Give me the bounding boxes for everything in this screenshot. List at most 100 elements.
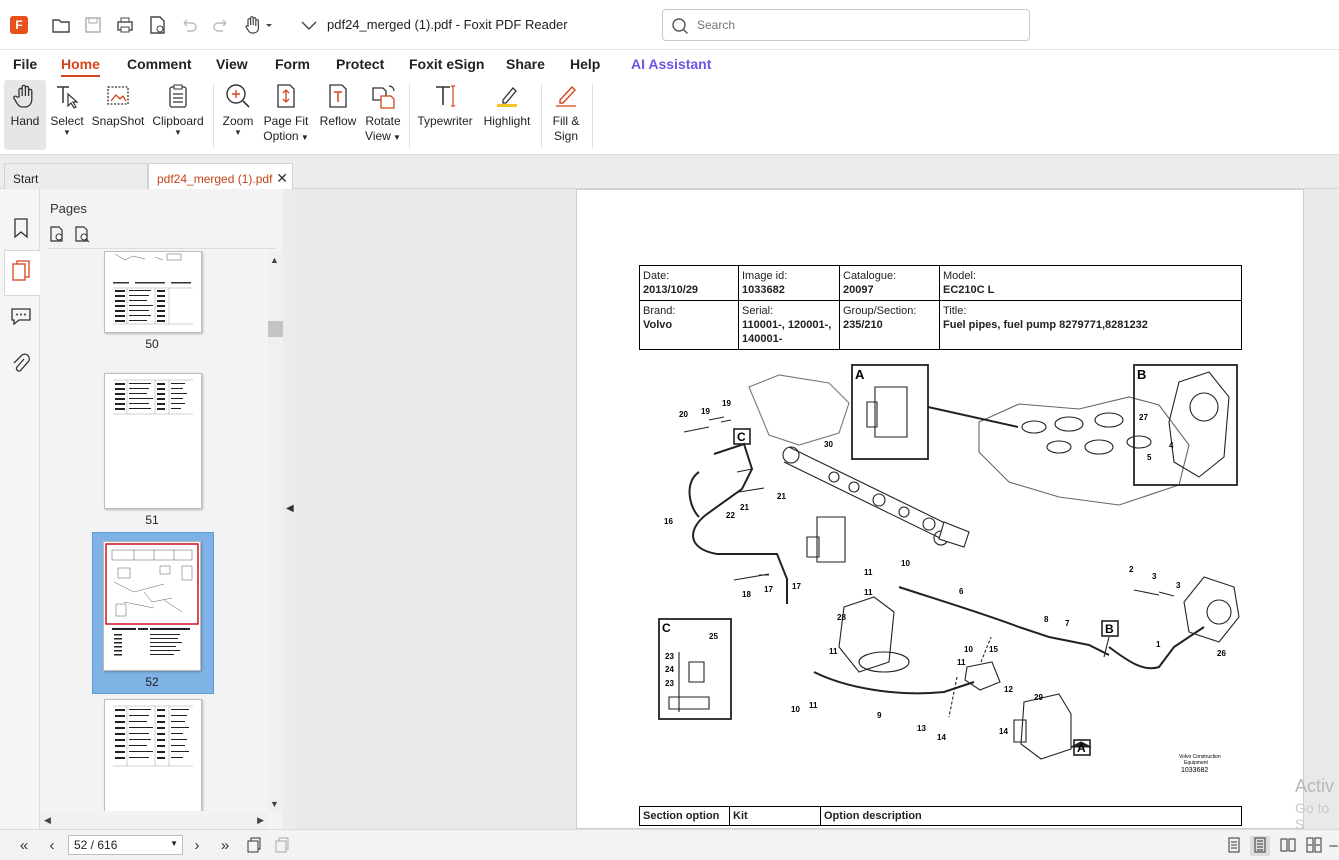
bookmarks-icon[interactable]	[8, 215, 34, 241]
clipboard-button[interactable]: Clipboard ▼	[150, 80, 206, 150]
highlight-icon	[497, 87, 517, 107]
typewriter-icon	[436, 85, 455, 107]
ribbon-separator	[213, 84, 214, 148]
svg-text:23: 23	[665, 679, 674, 688]
menu-comment[interactable]: Comment	[127, 56, 192, 72]
snapshot-button[interactable]: SnapShot	[90, 80, 146, 150]
zoom-out-icon[interactable]: –	[1328, 836, 1339, 856]
close-tab-icon[interactable]: ✕	[276, 170, 288, 187]
document-tab-bar: Start pdf24_merged (1).pdf ✕	[0, 155, 1339, 189]
redo-icon[interactable]	[210, 14, 232, 36]
scroll-left-icon[interactable]: ◀	[44, 815, 51, 826]
page-thumbnail-53[interactable]	[104, 699, 202, 811]
svg-text:C: C	[662, 621, 671, 635]
menu-help[interactable]: Help	[570, 56, 600, 72]
next-view-icon[interactable]	[272, 836, 292, 856]
page-thumbnail-50[interactable]	[104, 251, 202, 333]
scroll-down-icon[interactable]: ▼	[270, 799, 279, 809]
fill-sign-icon	[556, 85, 576, 107]
company-caption-line2: Equipment	[1184, 760, 1209, 766]
pages-panel-icon[interactable]	[4, 250, 40, 296]
thumbnail-page-number: 51	[145, 513, 159, 527]
fill-and-sign-button[interactable]: Fill & Sign	[546, 80, 586, 150]
thumbnail-page-number: 50	[145, 337, 159, 351]
thumbnail-page-number: 52	[145, 675, 159, 689]
menu-protect[interactable]: Protect	[336, 56, 384, 72]
svg-text:B: B	[1137, 367, 1146, 382]
document-properties-icon[interactable]	[146, 14, 168, 36]
panel-divider	[48, 248, 276, 249]
brand-value: Volvo	[643, 319, 673, 331]
page-fit-option-button[interactable]: Page Fit Option ▼	[262, 80, 310, 150]
page-thumbnail-51[interactable]	[104, 373, 202, 509]
search-input[interactable]	[697, 16, 1017, 34]
highlight-button[interactable]: Highlight	[478, 80, 536, 150]
page-options-icon[interactable]	[48, 225, 66, 243]
reflow-button[interactable]: Reflow	[317, 80, 359, 150]
select-tool-button[interactable]: Select ▼	[48, 80, 86, 150]
tab-start[interactable]: Start	[4, 163, 148, 189]
facing-view-icon[interactable]	[1278, 836, 1298, 856]
search-box[interactable]	[662, 9, 1030, 41]
menu-foxit-esign[interactable]: Foxit eSign	[409, 56, 484, 72]
typewriter-button[interactable]: Typewriter	[415, 80, 475, 150]
print-icon[interactable]	[114, 14, 136, 36]
svg-text:11: 11	[809, 701, 818, 710]
title-value: Fuel pipes, fuel pump 8279771,8281232	[943, 319, 1148, 331]
zoom-button[interactable]: Zoom ▼	[219, 80, 257, 150]
collapse-chevron-icon[interactable]	[298, 14, 320, 36]
comments-icon[interactable]	[8, 303, 34, 329]
scroll-up-icon[interactable]: ▲	[270, 255, 279, 265]
page-zoom-icon[interactable]	[73, 225, 91, 243]
previous-page-icon[interactable]: ‹	[42, 836, 62, 856]
menu-home[interactable]: Home	[61, 56, 100, 77]
page-fit-dropdown-icon: ▼	[298, 133, 309, 142]
rotate-view-button[interactable]: Rotate View ▼	[363, 80, 403, 150]
page-thumbnail-52[interactable]	[103, 541, 201, 671]
thumbnail-horizontal-scrollbar[interactable]: ◀ ▶	[40, 814, 268, 829]
document-view[interactable]: Date: 2013/10/29 Image id: 1033682 Catalog…	[297, 189, 1339, 829]
menu-share[interactable]: Share	[506, 56, 545, 72]
svg-text:4: 4	[1169, 441, 1174, 450]
attachments-icon[interactable]	[8, 351, 34, 377]
select-text-icon	[57, 86, 79, 109]
svg-text:1: 1	[1156, 640, 1161, 649]
undo-icon[interactable]	[178, 14, 200, 36]
page-dropdown-icon[interactable]: ▼	[170, 839, 178, 848]
menu-bar: File Home Comment View Form Protect Foxi…	[0, 50, 1339, 78]
continuous-view-icon[interactable]	[1250, 836, 1270, 856]
svg-text:A: A	[855, 367, 865, 382]
tab-document[interactable]: pdf24_merged (1).pdf ✕	[148, 163, 293, 189]
collapse-panel-icon[interactable]: ◀	[286, 503, 294, 514]
activation-watermark-line2: Go to S	[1295, 800, 1330, 832]
open-file-icon[interactable]	[50, 14, 72, 36]
image-id-value: 1033682	[742, 284, 785, 296]
panel-splitter[interactable]: ◀	[283, 189, 297, 829]
activation-watermark-line1: Activ	[1295, 776, 1335, 796]
continuous-facing-view-icon[interactable]	[1304, 836, 1324, 856]
page-number-input[interactable]: 52 / 616 ▼	[68, 835, 183, 855]
hand-tool-button[interactable]: Hand	[4, 80, 46, 150]
svg-text:2: 2	[1129, 565, 1134, 574]
svg-text:3: 3	[1176, 581, 1181, 590]
hand-tool-dropdown-icon[interactable]	[242, 14, 276, 36]
scroll-right-icon[interactable]: ▶	[257, 815, 264, 826]
save-icon[interactable]	[82, 14, 104, 36]
menu-form[interactable]: Form	[275, 56, 310, 72]
thumbnail-vertical-scrollbar[interactable]: ▲ ▼	[268, 251, 283, 813]
svg-text:19: 19	[701, 407, 710, 416]
next-page-icon[interactable]: ›	[187, 836, 207, 856]
last-page-icon[interactable]: »	[215, 836, 235, 856]
rotate-view-icon	[372, 85, 395, 109]
menu-file[interactable]: File	[13, 56, 37, 72]
menu-view[interactable]: View	[216, 56, 248, 72]
previous-view-icon[interactable]	[244, 836, 264, 856]
single-page-view-icon[interactable]	[1224, 836, 1244, 856]
menu-ai-assistant[interactable]: AI Assistant	[631, 56, 711, 72]
navigation-panel-strip	[0, 189, 40, 829]
first-page-icon[interactable]: «	[14, 836, 34, 856]
scroll-thumb[interactable]	[268, 321, 283, 337]
svg-text:27: 27	[1139, 413, 1148, 422]
search-icon	[672, 18, 689, 35]
svg-text:8: 8	[1044, 615, 1049, 624]
